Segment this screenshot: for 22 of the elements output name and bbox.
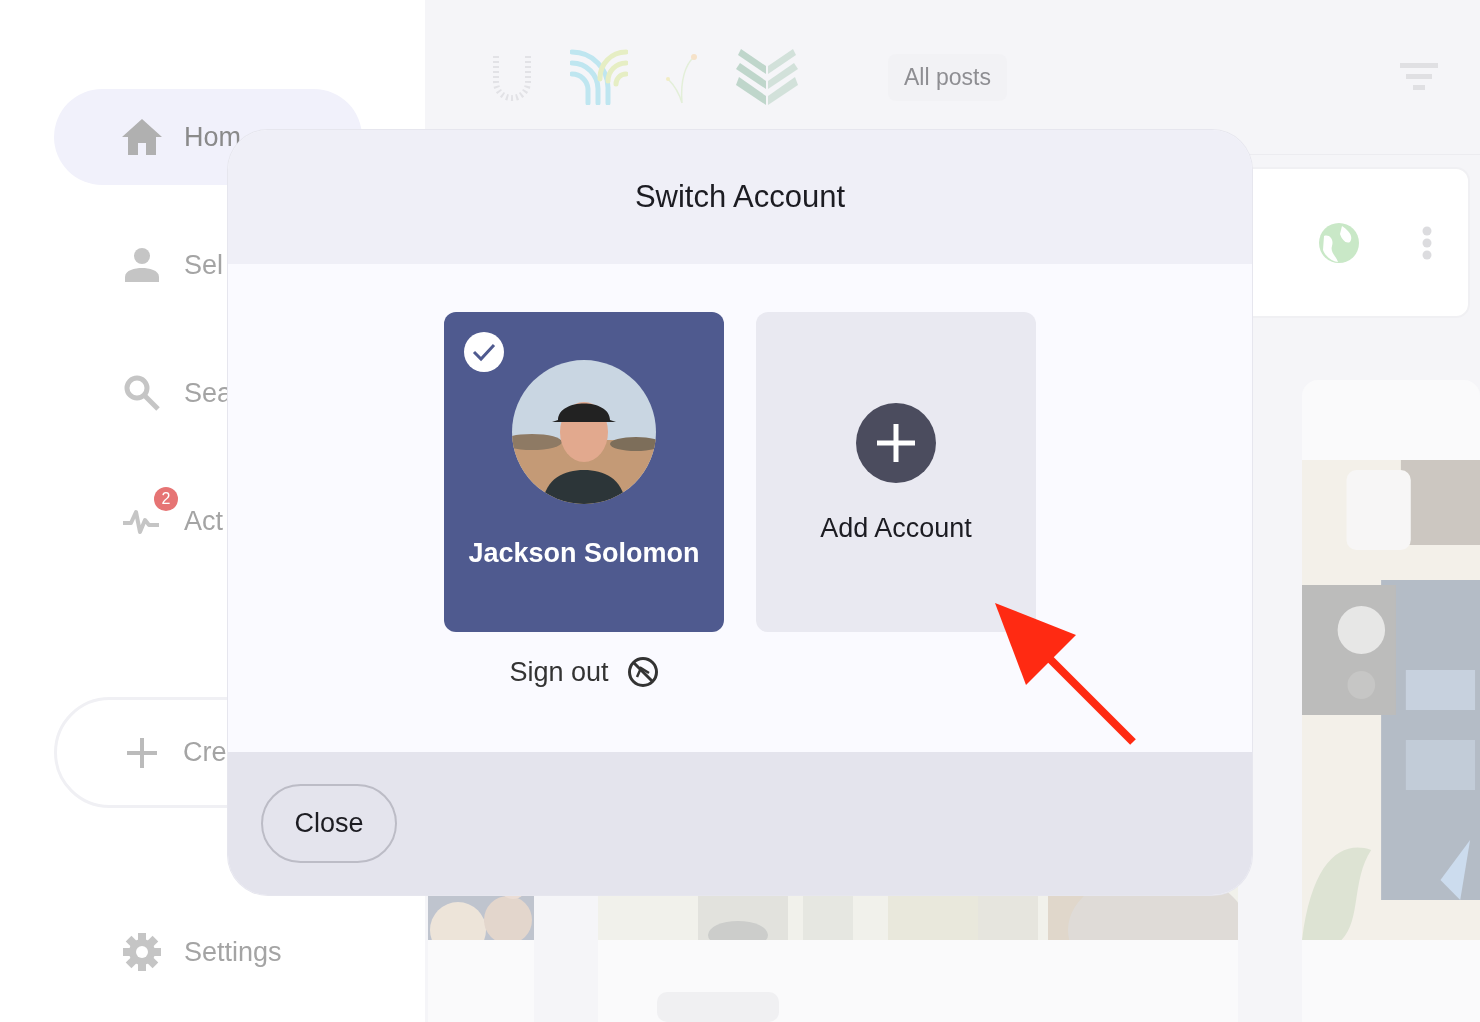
close-button[interactable]: Close	[261, 784, 397, 863]
chevron-logo-icon[interactable]	[736, 49, 798, 105]
settings-item[interactable]: Settings	[54, 904, 362, 1000]
rainbow-logo-icon[interactable]	[570, 49, 628, 105]
search-icon	[124, 375, 160, 411]
nav-item[interactable]: Sel	[54, 217, 362, 313]
person-icon	[125, 248, 159, 282]
globe-icon[interactable]	[1318, 221, 1360, 264]
plus-icon	[127, 737, 157, 768]
notification-badge: 2	[154, 487, 178, 511]
add-account-card[interactable]: Add Account	[756, 312, 1036, 632]
sign-out-button[interactable]: Sign out	[509, 656, 659, 688]
home-icon	[122, 119, 162, 155]
dialog-title: Switch Account	[634, 179, 846, 215]
add-account-label: Add Account	[820, 513, 972, 544]
settings-icon	[122, 932, 162, 972]
check-icon	[463, 331, 505, 373]
more-icon[interactable]	[1422, 225, 1432, 260]
sign-out-icon	[626, 656, 659, 688]
add-icon	[856, 403, 936, 483]
account-card[interactable]: Jackson Solomon	[444, 312, 724, 632]
account-name: Jackson Solomon	[468, 538, 700, 569]
